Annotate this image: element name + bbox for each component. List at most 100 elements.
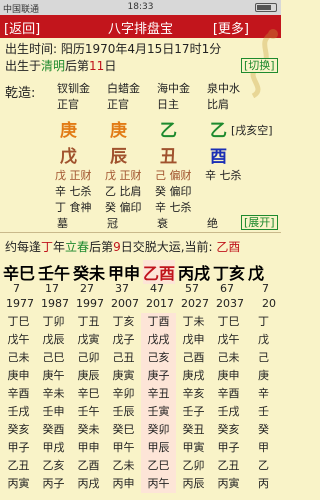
- dizhi-month: 辰: [110, 147, 127, 167]
- liunian-cell[interactable]: 丁亥: [106, 313, 141, 331]
- dayun-ganzhi-current[interactable]: 乙酉: [143, 260, 176, 284]
- liunian-cell[interactable]: 壬戌: [211, 403, 246, 421]
- liunian-cell[interactable]: 甲辰: [141, 439, 176, 457]
- dayun-ganzhi-2[interactable]: 壬午: [38, 260, 70, 284]
- liunian-cell[interactable]: 甲申: [71, 439, 106, 457]
- liunian-cell[interactable]: 戊子: [106, 331, 141, 349]
- liunian-cell[interactable]: 丁卯: [36, 313, 71, 331]
- liunian-cell[interactable]: 乙亥: [36, 457, 71, 475]
- liunian-cell[interactable]: 己酉: [176, 349, 211, 367]
- liunian-cell[interactable]: 辛未: [36, 385, 71, 403]
- liunian-cell[interactable]: 戊: [246, 331, 281, 349]
- liunian-cell[interactable]: 己亥: [141, 349, 176, 367]
- liunian-cell[interactable]: 甲子: [211, 439, 246, 457]
- age-8: 7: [262, 282, 269, 295]
- liunian-cell[interactable]: 辛卯: [106, 385, 141, 403]
- liunian-cell[interactable]: 辛酉: [1, 385, 36, 403]
- liunian-cell[interactable]: 壬戌: [1, 403, 36, 421]
- status-bar: 中国联通 18:33: [0, 0, 281, 15]
- liunian-cell[interactable]: 乙: [246, 457, 281, 475]
- liunian-cell[interactable]: 癸卯: [141, 421, 176, 439]
- liunian-cell[interactable]: 壬寅: [141, 403, 176, 421]
- liunian-cell[interactable]: 癸巳: [106, 421, 141, 439]
- liunian-cell[interactable]: 庚: [246, 367, 281, 385]
- liunian-cell[interactable]: 庚辰: [71, 367, 106, 385]
- liunian-cell[interactable]: 辛亥: [176, 385, 211, 403]
- liunian-cell[interactable]: 丁巳: [1, 313, 36, 331]
- liunian-cell[interactable]: 戊辰: [36, 331, 71, 349]
- liunian-cell[interactable]: 戊申: [176, 331, 211, 349]
- tiangan-month: 庚: [110, 121, 127, 141]
- liunian-cell[interactable]: 辛丑: [141, 385, 176, 403]
- liunian-cell[interactable]: 丙子: [36, 475, 71, 493]
- liunian-cell[interactable]: 庚申: [1, 367, 36, 385]
- liunian-cell[interactable]: 癸亥: [211, 421, 246, 439]
- liunian-cell[interactable]: 庚申: [211, 367, 246, 385]
- dayun-ganzhi-6[interactable]: 丙戌: [178, 260, 210, 284]
- expand-button[interactable]: [展开]: [241, 215, 278, 230]
- liunian-cell[interactable]: 壬辰: [106, 403, 141, 421]
- liunian-cell[interactable]: 丙寅: [211, 475, 246, 493]
- liunian-cell[interactable]: 壬申: [36, 403, 71, 421]
- liunian-cell[interactable]: 庚戌: [176, 367, 211, 385]
- liunian-cell[interactable]: 丙: [246, 475, 281, 493]
- liunian-cell[interactable]: 庚子: [141, 367, 176, 385]
- dizhi-hour: 酉: [210, 147, 227, 167]
- liunian-cell[interactable]: 己丑: [106, 349, 141, 367]
- liunian-cell[interactable]: 己未: [1, 349, 36, 367]
- dayun-ganzhi-4[interactable]: 甲申: [108, 260, 140, 284]
- liunian-cell[interactable]: 丙午: [141, 475, 176, 493]
- liunian-cell[interactable]: 丙辰: [176, 475, 211, 493]
- liunian-cell[interactable]: 戊午: [1, 331, 36, 349]
- age-7: 67: [220, 282, 234, 295]
- liunian-cell[interactable]: 乙未: [106, 457, 141, 475]
- liunian-cell[interactable]: 癸丑: [176, 421, 211, 439]
- liunian-cell[interactable]: 甲子: [1, 439, 36, 457]
- liunian-cell[interactable]: 癸亥: [1, 421, 36, 439]
- liunian-cell[interactable]: 甲: [246, 439, 281, 457]
- liunian-cell[interactable]: 乙巳: [141, 457, 176, 475]
- liunian-cell[interactable]: 丁酉: [141, 313, 176, 331]
- liunian-cell[interactable]: 甲寅: [176, 439, 211, 457]
- liunian-cell[interactable]: 甲戌: [36, 439, 71, 457]
- dayun-ganzhi-7[interactable]: 丁亥: [213, 260, 245, 284]
- liunian-cell[interactable]: 戊寅: [71, 331, 106, 349]
- dayun-ganzhi-3[interactable]: 癸未: [73, 260, 105, 284]
- dayun-ganzhi-8[interactable]: 戊: [248, 260, 264, 284]
- liunian-cell[interactable]: 辛酉: [211, 385, 246, 403]
- liunian-cell[interactable]: 己: [246, 349, 281, 367]
- liunian-cell[interactable]: 丁: [246, 313, 281, 331]
- liunian-cell[interactable]: 己巳: [36, 349, 71, 367]
- liunian-cell[interactable]: 丁未: [176, 313, 211, 331]
- divider: [0, 232, 281, 233]
- dayun-ganzhi-1[interactable]: 辛巳: [3, 260, 35, 284]
- liunian-cell[interactable]: 己卯: [71, 349, 106, 367]
- liunian-cell[interactable]: 乙丑: [1, 457, 36, 475]
- liunian-cell[interactable]: 乙酉: [71, 457, 106, 475]
- liunian-cell[interactable]: 戊戌: [141, 331, 176, 349]
- switch-button[interactable]: [切换]: [241, 58, 278, 73]
- liunian-cell[interactable]: 癸未: [71, 421, 106, 439]
- liunian-cell[interactable]: 辛: [246, 385, 281, 403]
- liunian-cell[interactable]: 庚寅: [106, 367, 141, 385]
- liunian-cell[interactable]: 甲午: [106, 439, 141, 457]
- liunian-cell[interactable]: 乙丑: [211, 457, 246, 475]
- liunian-cell[interactable]: 癸: [246, 421, 281, 439]
- liunian-cell[interactable]: 乙卯: [176, 457, 211, 475]
- liunian-cell[interactable]: 戊午: [211, 331, 246, 349]
- liunian-cell[interactable]: 丁巳: [211, 313, 246, 331]
- liunian-cell[interactable]: 丙寅: [1, 475, 36, 493]
- liunian-cell[interactable]: 辛巳: [71, 385, 106, 403]
- liunian-cell[interactable]: 己未: [211, 349, 246, 367]
- canggan-month-1: 戊 正财: [105, 169, 142, 182]
- liunian-cell[interactable]: 壬子: [176, 403, 211, 421]
- nayin-month: 白蜡金: [107, 82, 140, 95]
- liunian-cell[interactable]: 庚午: [36, 367, 71, 385]
- liunian-cell[interactable]: 丁丑: [71, 313, 106, 331]
- liunian-cell[interactable]: 壬: [246, 403, 281, 421]
- liunian-cell[interactable]: 丙申: [106, 475, 141, 493]
- liunian-cell[interactable]: 癸酉: [36, 421, 71, 439]
- liunian-cell[interactable]: 壬午: [71, 403, 106, 421]
- liunian-cell[interactable]: 丙戌: [71, 475, 106, 493]
- changsheng-year: 墓: [57, 217, 68, 230]
